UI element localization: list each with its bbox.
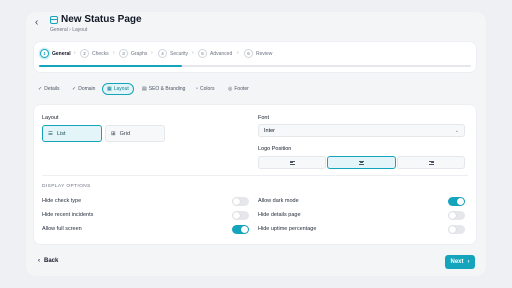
step-progress-track xyxy=(39,65,471,67)
tab-label: Footer xyxy=(234,86,249,92)
back-button-label: Back xyxy=(44,258,59,264)
step-separator-icon: › xyxy=(113,50,115,56)
layout-list-option[interactable]: ☰ List xyxy=(42,125,102,142)
tab-label: SEO & Branding xyxy=(148,86,186,92)
back-button[interactable]: ‹ Back xyxy=(38,258,58,264)
step-number: 6 xyxy=(244,49,253,58)
step-separator-icon: › xyxy=(237,50,239,56)
step-separator-icon: › xyxy=(192,50,194,56)
option-hide-check-type-label: Hide check type xyxy=(42,198,82,204)
layout-label: Layout xyxy=(42,115,59,121)
back-arrow-icon[interactable]: ‹ xyxy=(35,17,38,29)
step-advanced[interactable]: 5 Advanced xyxy=(198,49,232,58)
step-progress-fill xyxy=(39,65,182,67)
step-label: Advanced xyxy=(210,50,233,57)
step-label: General xyxy=(52,50,71,57)
hide-details-page-toggle[interactable] xyxy=(448,211,465,220)
chevron-left-icon: ‹ xyxy=(38,258,40,264)
option-label: List xyxy=(56,130,66,137)
seo-icon: ▤ xyxy=(142,86,147,92)
layout-icon: ▦ xyxy=(107,86,112,92)
tab-label: Layout xyxy=(113,86,129,92)
option-allow-full-screen-label: Allow full screen xyxy=(42,226,82,232)
hide-check-type-toggle[interactable] xyxy=(232,197,249,206)
next-button-label: Next xyxy=(450,259,464,265)
align-center-icon xyxy=(359,160,364,165)
tab-label: Domain xyxy=(78,86,96,92)
check-icon: ✓ xyxy=(72,86,77,92)
step-graphs[interactable]: 3 Graphs xyxy=(119,49,147,58)
logo-position-label: Logo Position xyxy=(258,146,292,152)
tab-details[interactable]: ✓ Details xyxy=(34,83,64,95)
tab-label: Colors xyxy=(200,86,215,92)
check-icon: ✓ xyxy=(38,86,43,92)
breadcrumb: General › Layout xyxy=(50,27,88,33)
step-review[interactable]: 6 Review xyxy=(244,49,272,58)
chevron-right-icon: › xyxy=(467,259,470,265)
chevron-down-icon: ⌄ xyxy=(454,128,459,134)
step-checks[interactable]: 2 Checks xyxy=(80,49,109,58)
step-number: 5 xyxy=(198,49,207,58)
page-title: New Status Page xyxy=(61,14,142,25)
step-label: Security xyxy=(170,50,189,57)
section-divider xyxy=(42,175,468,176)
logo-position-center[interactable] xyxy=(327,156,396,169)
palette-icon: ◔ xyxy=(195,86,199,92)
align-right-icon xyxy=(428,160,434,165)
logo-position-left[interactable] xyxy=(258,156,326,169)
step-separator-icon: › xyxy=(74,50,76,56)
tab-seo-branding[interactable]: ▤ SEO & Branding xyxy=(138,83,189,95)
step-security[interactable]: 4 Security xyxy=(158,49,188,58)
font-label: Font xyxy=(258,115,270,121)
next-button[interactable]: Next › xyxy=(445,255,475,269)
tab-label: Details xyxy=(44,86,60,92)
stepper-card: 1 General › 2 Checks › 3 Graphs › 4 Secu… xyxy=(34,42,476,72)
align-left-icon xyxy=(289,160,295,165)
footer-icon: ◎ xyxy=(228,86,233,92)
option-label: Grid xyxy=(119,130,130,137)
status-page-icon xyxy=(50,16,58,24)
tab-layout[interactable]: ▦ Layout xyxy=(102,83,134,95)
step-number: 4 xyxy=(158,49,167,58)
section-tabs: ✓ Details ✓ Domain ▦ Layout ▤ SEO & Bran… xyxy=(34,83,294,95)
option-hide-uptime-percentage-label: Hide uptime percentage xyxy=(258,226,317,232)
grid-icon: ⊞ xyxy=(111,130,116,137)
hide-recent-incidents-toggle[interactable] xyxy=(232,211,249,220)
step-number: 2 xyxy=(80,49,89,58)
step-label: Checks xyxy=(92,50,109,57)
allow-full-screen-toggle[interactable] xyxy=(232,225,249,234)
layout-settings-card: Layout ☰ List ⊞ Grid Font Inter ⌄ Logo P… xyxy=(34,105,476,244)
step-number: 1 xyxy=(40,49,49,58)
layout-grid-option[interactable]: ⊞ Grid xyxy=(105,125,165,142)
option-hide-details-page-label: Hide details page xyxy=(258,212,301,218)
step-label: Graphs xyxy=(131,50,148,57)
step-number: 3 xyxy=(119,49,128,58)
display-options-heading: DISPLAY OPTIONS xyxy=(42,184,91,189)
hide-uptime-percentage-toggle[interactable] xyxy=(448,225,465,234)
step-general[interactable]: 1 General xyxy=(40,49,71,58)
allow-dark-mode-toggle[interactable] xyxy=(448,197,465,206)
font-select[interactable]: Inter ⌄ xyxy=(258,124,465,137)
tab-footer[interactable]: ◎ Footer xyxy=(224,83,253,95)
tab-domain[interactable]: ✓ Domain xyxy=(68,83,99,95)
list-icon: ☰ xyxy=(48,130,53,137)
option-hide-recent-incidents-label: Hide recent incidents xyxy=(42,212,94,218)
tab-colors[interactable]: ◔ Colors xyxy=(191,83,218,95)
font-value: Inter xyxy=(264,127,276,134)
step-separator-icon: › xyxy=(151,50,153,56)
step-label: Review xyxy=(256,50,273,57)
option-allow-dark-mode-label: Allow dark mode xyxy=(258,198,299,204)
logo-position-right[interactable] xyxy=(397,156,465,169)
